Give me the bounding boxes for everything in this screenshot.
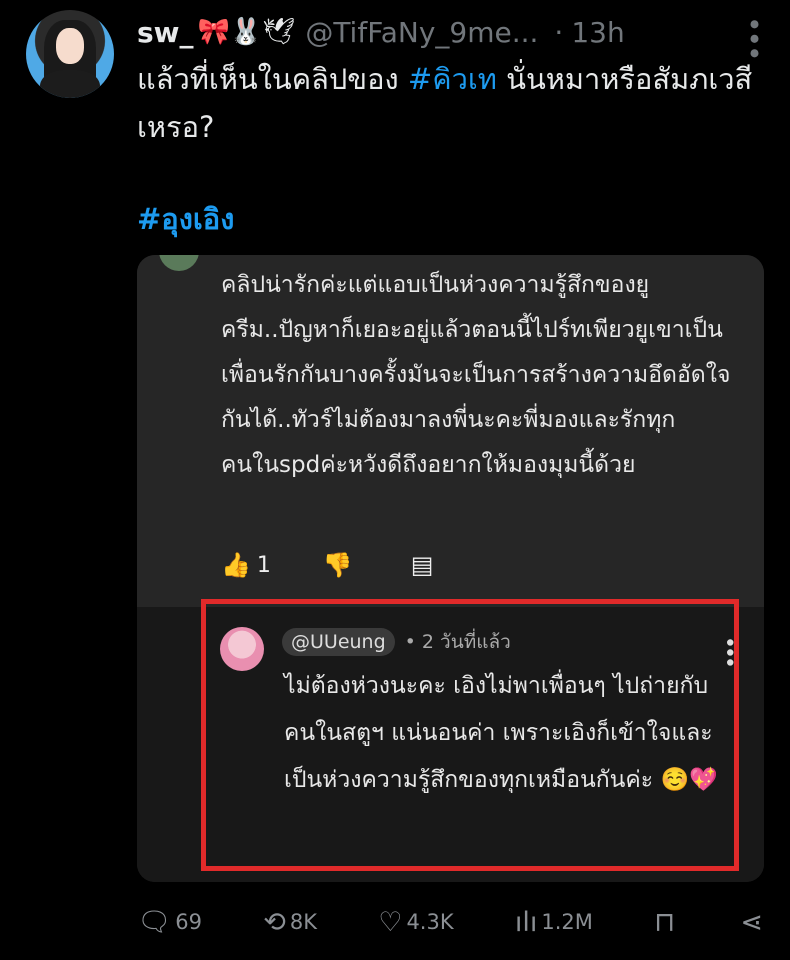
views-button[interactable]: ılı 1.2M <box>515 907 593 938</box>
tweet-header: sw_ 🎀🐰🕊 @TifFaNy_9me... · 13h ••• <box>137 10 770 60</box>
user-handle[interactable]: @TifFaNy_9me... <box>305 16 538 49</box>
thumbs-down-icon: 👎 <box>322 551 353 579</box>
like-button[interactable]: ♡ 4.3K <box>378 907 453 938</box>
separator-dot: · <box>554 15 564 49</box>
highlight-box <box>201 599 739 871</box>
name-emojis: 🎀🐰🕊 <box>197 17 296 47</box>
tweet-action-bar: 🗨 69 ⟲ 8K ♡ 4.3K ılı 1.2M ⊓ ⋖ <box>137 900 767 944</box>
tweet-text-part: แล้วที่เห็นในคลิปของ <box>137 62 408 96</box>
timestamp[interactable]: 13h <box>571 16 624 49</box>
share-icon: ⋖ <box>740 906 763 938</box>
thumbs-up-icon: 👍 <box>221 551 251 579</box>
hashtag-link[interactable]: #อุงเอิง <box>137 196 234 242</box>
share-button[interactable]: ⋖ <box>740 907 767 938</box>
comment-avatar <box>159 255 199 271</box>
reply-comment-icon: ▤ <box>410 551 434 579</box>
repost-count: 8K <box>289 910 317 934</box>
comment-like-count: 1 <box>256 552 271 578</box>
repost-icon: ⟲ <box>263 906 286 938</box>
tweet-text: แล้วที่เห็นในคลิปของ #คิวเท นั่นหมาหรือส… <box>137 55 757 151</box>
view-count: 1.2M <box>541 910 593 934</box>
heart-icon: ♡ <box>378 906 403 938</box>
more-options-icon[interactable]: ••• <box>737 16 770 60</box>
hashtag-link[interactable]: #คิวเท <box>408 62 497 96</box>
avatar[interactable] <box>26 10 114 98</box>
like-count: 4.3K <box>406 910 454 934</box>
comment-text: คลิปน่ารักค่ะแต่แอบเป็นห่วงความรู้สึกของ… <box>221 272 731 478</box>
bookmark-icon: ⊓ <box>654 906 676 938</box>
comment-panel: คลิปน่ารักค่ะแต่แอบเป็นห่วงความรู้สึกของ… <box>137 255 764 607</box>
speech-bubble-icon: 🗨 <box>137 907 172 938</box>
bar-chart-icon: ılı <box>514 906 538 938</box>
reply-count: 69 <box>175 910 203 934</box>
comment-actions: 👍 1 👎 ▤ <box>221 551 439 579</box>
reply-button[interactable]: 🗨 69 <box>137 906 202 938</box>
repost-button[interactable]: ⟲ 8K <box>263 907 317 938</box>
display-name[interactable]: sw_ <box>137 16 194 49</box>
bookmark-button[interactable]: ⊓ <box>654 907 679 938</box>
